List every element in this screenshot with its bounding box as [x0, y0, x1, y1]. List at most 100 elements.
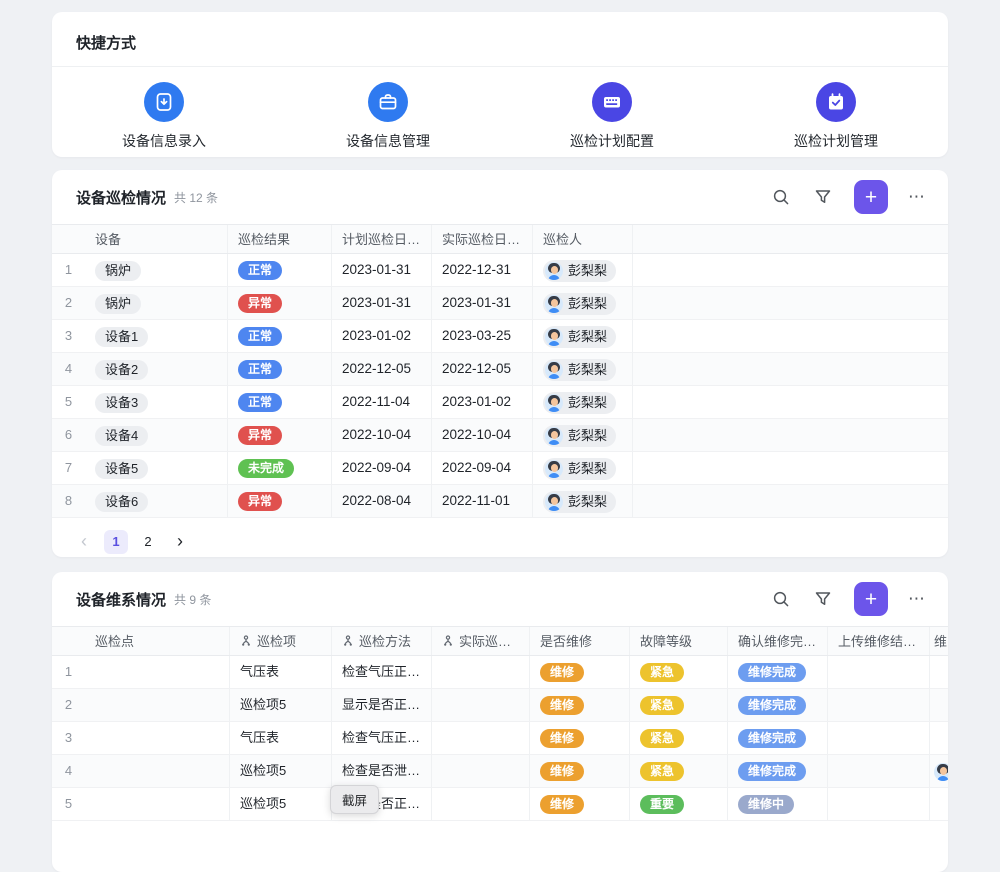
- repair-cell[interactable]: 维修: [530, 722, 630, 754]
- method-cell[interactable]: 显示是否正…: [332, 689, 432, 721]
- point-cell[interactable]: [85, 755, 230, 787]
- table-row[interactable]: 4 设备2 正常 2022-12-05 2022-12-05 彭梨梨: [52, 353, 948, 386]
- planned-date-cell[interactable]: 2022-09-04: [332, 452, 432, 484]
- result-cell[interactable]: 正常: [228, 320, 332, 352]
- upload-cell[interactable]: [828, 722, 930, 754]
- header-level[interactable]: 故障等级: [630, 627, 728, 655]
- upload-cell[interactable]: [828, 689, 930, 721]
- level-cell[interactable]: 紧急: [630, 755, 728, 787]
- repair-cell[interactable]: 维修: [530, 788, 630, 820]
- inspector-cell[interactable]: 彭梨梨: [533, 287, 633, 319]
- item-cell[interactable]: 巡检项5: [230, 755, 332, 787]
- repair-cell[interactable]: 维修: [530, 689, 630, 721]
- confirm-cell[interactable]: 维修完成: [728, 656, 828, 688]
- inspector-cell[interactable]: 彭梨梨: [533, 353, 633, 385]
- extra-cell[interactable]: [930, 788, 948, 820]
- header-device[interactable]: 设备: [85, 225, 228, 253]
- inspector-cell[interactable]: 彭梨梨: [533, 386, 633, 418]
- header-actual-date[interactable]: 实际巡检日…: [432, 225, 533, 253]
- level-cell[interactable]: 重要: [630, 788, 728, 820]
- search-icon[interactable]: [772, 590, 790, 608]
- table-row[interactable]: 7 设备5 未完成 2022-09-04 2022-09-04 彭梨梨: [52, 452, 948, 485]
- result-cell[interactable]: 异常: [228, 287, 332, 319]
- actual-date-cell[interactable]: 2022-12-05: [432, 353, 533, 385]
- point-cell[interactable]: [85, 788, 230, 820]
- level-cell[interactable]: 紧急: [630, 656, 728, 688]
- actual-date-cell[interactable]: 2023-01-31: [432, 287, 533, 319]
- next-page-icon[interactable]: ›: [168, 530, 192, 554]
- device-cell[interactable]: 设备5: [85, 452, 228, 484]
- point-cell[interactable]: [85, 656, 230, 688]
- table-row[interactable]: 3 气压表 检查气压正… 维修 紧急 维修完成: [52, 722, 948, 755]
- table-row[interactable]: 6 设备4 异常 2022-10-04 2022-10-04 彭梨梨: [52, 419, 948, 452]
- item-cell[interactable]: 巡检项5: [230, 689, 332, 721]
- inspector-cell[interactable]: 彭梨梨: [533, 254, 633, 286]
- table-row[interactable]: 5 设备3 正常 2022-11-04 2023-01-02 彭梨梨: [52, 386, 948, 419]
- upload-cell[interactable]: [828, 788, 930, 820]
- prev-page-icon[interactable]: ‹: [72, 530, 96, 554]
- extra-cell[interactable]: [930, 689, 948, 721]
- inspector-cell[interactable]: 彭梨梨: [533, 452, 633, 484]
- header-actual[interactable]: 实际巡…: [432, 627, 530, 655]
- confirm-cell[interactable]: 维修中: [728, 788, 828, 820]
- method-cell[interactable]: 检查气压正…: [332, 722, 432, 754]
- confirm-cell[interactable]: 维修完成: [728, 722, 828, 754]
- add-record-button[interactable]: +: [854, 180, 888, 214]
- extra-cell[interactable]: [930, 656, 948, 688]
- item-cell[interactable]: 巡检项5: [230, 788, 332, 820]
- actual-cell[interactable]: [432, 755, 530, 787]
- device-cell[interactable]: 设备6: [85, 485, 228, 517]
- table-row[interactable]: 5 巡检项5 显示是否正… 维修 重要 维修中: [52, 788, 948, 821]
- page-1-button[interactable]: 1: [104, 530, 128, 554]
- shortcut-device-entry[interactable]: 设备信息录入: [52, 82, 276, 151]
- repair-cell[interactable]: 维修: [530, 656, 630, 688]
- filter-icon[interactable]: [814, 188, 832, 206]
- shortcut-plan-manage[interactable]: 巡检计划管理: [724, 82, 948, 151]
- result-cell[interactable]: 异常: [228, 485, 332, 517]
- device-cell[interactable]: 设备1: [85, 320, 228, 352]
- device-cell[interactable]: 设备2: [85, 353, 228, 385]
- actual-date-cell[interactable]: 2022-11-01: [432, 485, 533, 517]
- header-result[interactable]: 巡检结果: [228, 225, 332, 253]
- table-row[interactable]: 2 锅炉 异常 2023-01-31 2023-01-31 彭梨梨: [52, 287, 948, 320]
- inspector-cell[interactable]: 彭梨梨: [533, 485, 633, 517]
- header-confirm[interactable]: 确认维修完…: [728, 627, 828, 655]
- header-point[interactable]: 巡检点: [85, 627, 230, 655]
- filter-icon[interactable]: [814, 590, 832, 608]
- planned-date-cell[interactable]: 2022-08-04: [332, 485, 432, 517]
- header-item[interactable]: 巡检项: [230, 627, 332, 655]
- table-row[interactable]: 4 巡检项5 检查是否泄… 维修 紧急 维修完成: [52, 755, 948, 788]
- actual-cell[interactable]: [432, 656, 530, 688]
- planned-date-cell[interactable]: 2022-12-05: [332, 353, 432, 385]
- shortcut-device-manage[interactable]: 设备信息管理: [276, 82, 500, 151]
- point-cell[interactable]: [85, 722, 230, 754]
- point-cell[interactable]: [85, 689, 230, 721]
- method-cell[interactable]: 检查是否泄…: [332, 755, 432, 787]
- header-planned-date[interactable]: 计划巡检日…: [332, 225, 432, 253]
- actual-date-cell[interactable]: 2023-01-02: [432, 386, 533, 418]
- actual-cell[interactable]: [432, 722, 530, 754]
- search-icon[interactable]: [772, 188, 790, 206]
- add-record-button[interactable]: +: [854, 582, 888, 616]
- result-cell[interactable]: 未完成: [228, 452, 332, 484]
- upload-cell[interactable]: [828, 755, 930, 787]
- level-cell[interactable]: 紧急: [630, 689, 728, 721]
- level-cell[interactable]: 紧急: [630, 722, 728, 754]
- repair-cell[interactable]: 维修: [530, 755, 630, 787]
- actual-date-cell[interactable]: 2022-10-04: [432, 419, 533, 451]
- actual-date-cell[interactable]: 2022-12-31: [432, 254, 533, 286]
- inspector-cell[interactable]: 彭梨梨: [533, 320, 633, 352]
- confirm-cell[interactable]: 维修完成: [728, 755, 828, 787]
- table-row[interactable]: 3 设备1 正常 2023-01-02 2023-03-25 彭梨梨: [52, 320, 948, 353]
- header-inspector[interactable]: 巡检人: [533, 225, 633, 253]
- table-row[interactable]: 1 锅炉 正常 2023-01-31 2022-12-31 彭梨梨: [52, 254, 948, 287]
- planned-date-cell[interactable]: 2023-01-31: [332, 287, 432, 319]
- more-icon[interactable]: ⋯: [908, 187, 926, 207]
- planned-date-cell[interactable]: 2023-01-31: [332, 254, 432, 286]
- planned-date-cell[interactable]: 2022-10-04: [332, 419, 432, 451]
- result-cell[interactable]: 正常: [228, 386, 332, 418]
- header-upload[interactable]: 上传维修结…: [828, 627, 930, 655]
- table-row[interactable]: 2 巡检项5 显示是否正… 维修 紧急 维修完成: [52, 689, 948, 722]
- header-method[interactable]: 巡检方法: [332, 627, 432, 655]
- device-cell[interactable]: 设备4: [85, 419, 228, 451]
